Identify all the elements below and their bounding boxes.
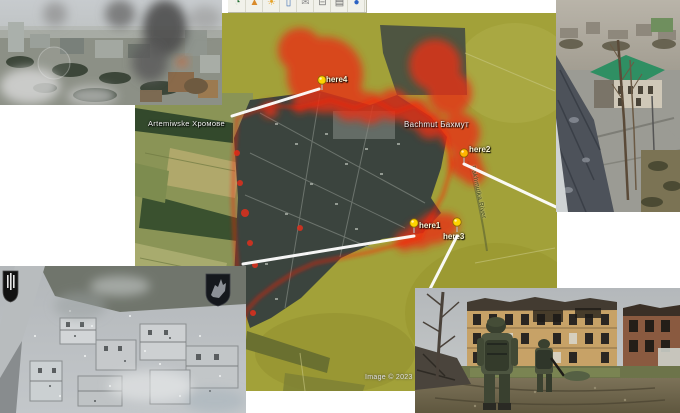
sunlight-icon[interactable]: ▲ <box>247 0 263 12</box>
placemark-pin-here2[interactable] <box>458 148 470 164</box>
google-maps-globe-icon[interactable]: ● <box>349 0 365 12</box>
sky-planets-icon[interactable]: ☀ <box>264 0 280 12</box>
ruler-icon[interactable]: ▯ <box>281 0 297 12</box>
placemark-pin-here3[interactable] <box>451 217 463 233</box>
google-earth-toolbar: ◔ ▲ ☀ ▯ ✉ ⊟ ▤ ● <box>228 0 367 13</box>
rooftop-street-view-photo <box>556 0 680 212</box>
aerial-city-smoke-photo <box>0 0 222 105</box>
wolf-emblem-badge <box>206 274 230 306</box>
placemark-pin-here4[interactable] <box>316 75 328 91</box>
unit-shield-badge <box>3 271 18 302</box>
watermark-circle <box>38 47 70 79</box>
historical-imagery-icon[interactable]: ◔ <box>230 0 246 12</box>
print-icon[interactable]: ⊟ <box>315 0 331 12</box>
email-icon[interactable]: ✉ <box>298 0 314 12</box>
drone-grayscale-ruins-photo <box>0 266 246 413</box>
soldiers-ruined-building-photo <box>415 288 680 413</box>
placemark-pin-here1[interactable] <box>408 218 420 234</box>
save-image-icon[interactable]: ▤ <box>332 0 348 12</box>
